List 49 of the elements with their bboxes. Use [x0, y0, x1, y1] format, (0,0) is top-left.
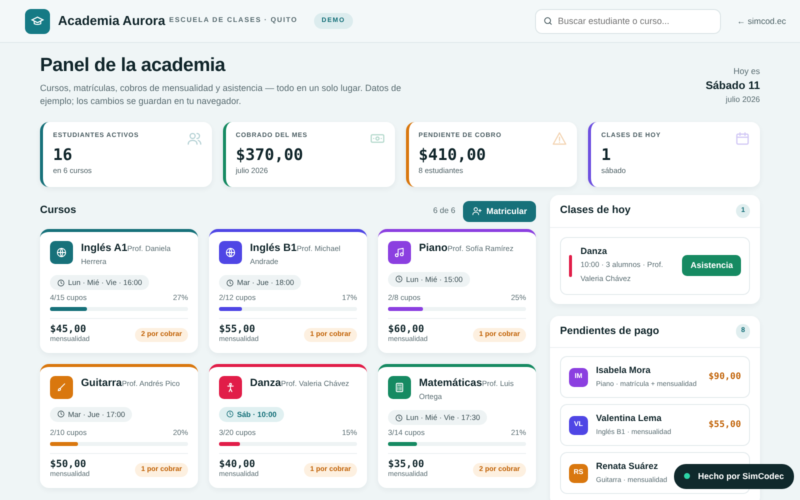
- price: $40,00: [219, 459, 256, 470]
- price: $45,00: [50, 324, 88, 336]
- logo-icon: [25, 8, 50, 34]
- clock-icon: [395, 275, 403, 284]
- warning-icon: [552, 130, 568, 146]
- back-link[interactable]: ← simcod.ec: [736, 14, 786, 28]
- amount: $55,00: [708, 418, 741, 432]
- payer-name: Isabela Mora: [596, 364, 651, 378]
- clock-icon: [57, 410, 65, 418]
- course-count: 6 de 6: [433, 205, 456, 218]
- clock-icon: [226, 278, 234, 287]
- page-description: Cursos, matrículas, cobros de mensualidad y asistencia — todo en un solo lugar. Datos de ejemplo; los cambios se guardan en tu navegador.: [40, 82, 402, 108]
- panel-title: Pendientes de pago: [560, 324, 660, 339]
- brush-icon: [56, 382, 67, 393]
- stat-value: 16: [53, 144, 74, 166]
- clock-icon: [57, 278, 65, 287]
- globe-icon: [225, 246, 236, 258]
- price: $50,00: [50, 459, 88, 470]
- price: $35,00: [388, 459, 426, 470]
- search-icon: [542, 16, 553, 26]
- payer-name: Valentina Lema: [596, 412, 662, 426]
- class-name: Danza: [580, 244, 608, 258]
- today-label: Hoy es: [732, 65, 760, 78]
- globe-icon: [56, 246, 67, 258]
- made-by-badge[interactable]: Hecho por SimCodec: [674, 464, 794, 489]
- stat-value: $410,00: [418, 144, 487, 166]
- app-title: Academia Aurora: [58, 12, 166, 30]
- users-icon: [186, 130, 202, 146]
- music-note-icon: [394, 246, 405, 258]
- section-title: Cursos: [40, 203, 78, 218]
- today-date: Sábado 11: [706, 78, 760, 94]
- price: $60,00: [388, 324, 426, 336]
- person-icon: [225, 382, 236, 393]
- amount: $90,00: [708, 370, 741, 384]
- attendance-button[interactable]: Asistencia: [682, 255, 741, 276]
- calendar-icon: [735, 130, 750, 146]
- stat-value: 1: [601, 144, 612, 166]
- calculator-icon: [394, 382, 405, 393]
- clock-icon: [395, 414, 403, 422]
- enroll-button[interactable]: Matricular: [463, 200, 536, 222]
- payer-name: Renata Suárez: [596, 460, 658, 474]
- page-title: Panel de la academia: [40, 55, 226, 78]
- clock-icon: [226, 410, 234, 418]
- panel-title: Clases de hoy: [560, 202, 631, 218]
- price: $55,00: [219, 324, 256, 336]
- stat-value: $370,00: [236, 144, 304, 166]
- search-field[interactable]: Buscar estudiante o curso...: [534, 8, 721, 34]
- add-user-icon: [472, 206, 482, 216]
- today-month: julio 2026: [724, 94, 760, 106]
